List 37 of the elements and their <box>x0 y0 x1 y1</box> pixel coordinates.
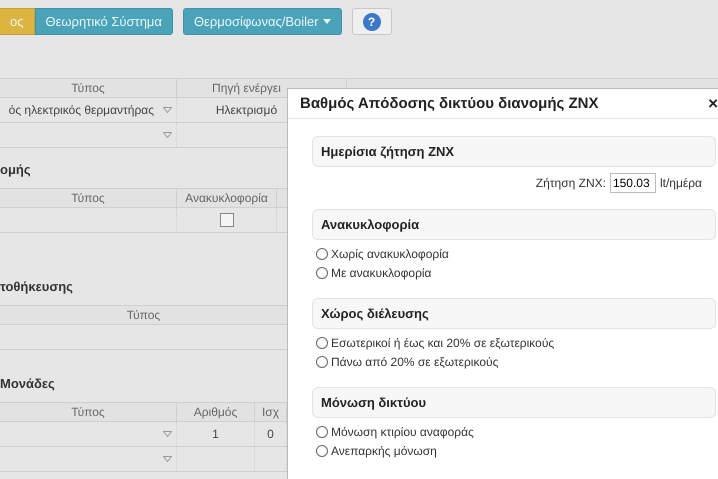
column-header: Τύπος <box>0 79 177 97</box>
caret-icon <box>163 431 172 437</box>
radio-icon[interactable] <box>316 248 328 260</box>
section-title: τοθήκευσης <box>0 278 73 296</box>
section-title: Μονάδες <box>0 375 55 393</box>
radio-option[interactable]: Με ανακυκλοφορία <box>316 263 432 282</box>
caret-icon <box>163 107 172 113</box>
column-header: Ανακυκλοφορία <box>177 189 277 207</box>
group-heading: Χώρος διέλευσης <box>312 298 716 329</box>
section-title: ομής <box>0 161 31 179</box>
radio-option[interactable]: Χωρίς ανακυκλοφορία <box>316 244 449 263</box>
checkbox[interactable] <box>220 213 234 227</box>
caret-icon <box>163 132 172 138</box>
close-button[interactable]: × <box>708 94 718 114</box>
radio-icon[interactable] <box>316 266 328 278</box>
radio-option[interactable]: Μόνωση κτιρίου αναφοράς <box>316 422 474 441</box>
radio-option[interactable]: Ανεπαρκής μόνωση <box>316 441 437 460</box>
field-label: Ζήτηση ZNX: <box>536 176 606 190</box>
radio-icon[interactable] <box>316 426 328 438</box>
table-cell: 1 <box>177 422 255 446</box>
help-button[interactable]: ? <box>352 8 392 35</box>
caret-icon <box>163 456 172 462</box>
caret-icon <box>322 19 331 24</box>
group-heading: Μόνωση δικτύου <box>312 387 716 418</box>
group-heading: Ημερίσια ζήτηση ZNX <box>312 136 716 167</box>
column-header: Αριθμός <box>177 403 255 421</box>
select-cell[interactable]: ός ηλεκτρικός θερμαντήρας <box>0 98 177 122</box>
radio-option[interactable]: Πάνω από 20% σε εξωτερικούς <box>316 352 498 371</box>
radio-icon[interactable] <box>316 336 328 348</box>
radio-icon[interactable] <box>316 444 328 456</box>
group-heading: Ανακυκλοφορία <box>312 209 716 240</box>
input-field[interactable]: 150.03 <box>610 173 656 193</box>
unit-label: lt/ημέρα <box>660 176 702 190</box>
column-header: Τύπος <box>0 189 177 207</box>
column-header: Τύπος <box>0 403 177 421</box>
radio-icon[interactable] <box>316 356 328 368</box>
radio-option[interactable]: Εσωτερικοί ή έως και 20% σε εξωτερικούς <box>316 333 554 352</box>
